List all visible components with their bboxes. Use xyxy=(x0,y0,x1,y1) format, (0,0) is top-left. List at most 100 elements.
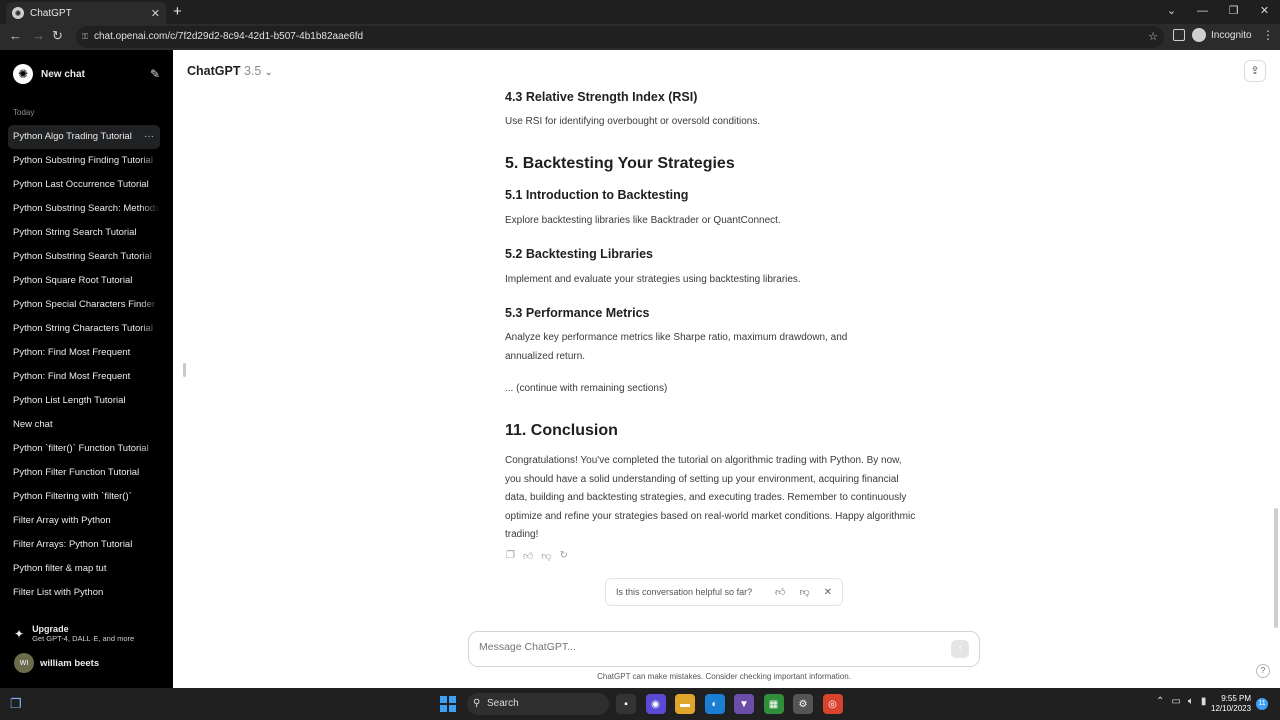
chat-history-label: Python Algo Trading Tutorial xyxy=(13,131,132,142)
chat-history-item[interactable]: Python `filter()` Function Tutorial xyxy=(8,437,160,461)
chat-history-item[interactable]: Python Square Root Tutorial xyxy=(8,269,160,293)
chat-history-item[interactable]: Filter Array with Python xyxy=(8,509,160,533)
app-icon[interactable]: ▼ xyxy=(734,694,754,714)
chat-history-label: Python Square Root Tutorial xyxy=(13,275,133,286)
search-icon: ⚲ xyxy=(473,698,481,709)
thumbs-down-icon[interactable]: 👎︎ xyxy=(799,586,809,598)
chat-history-item[interactable]: Python filter & map tut xyxy=(8,557,160,581)
minimize-icon[interactable]: — xyxy=(1187,0,1218,24)
close-icon[interactable]: ✕ xyxy=(824,587,832,598)
chat-history-item[interactable]: Python String Characters Tutorial xyxy=(8,317,160,341)
chat-history-item[interactable]: Python Substring Search Tutorial xyxy=(8,245,160,269)
chat-history-label: Python: Find Most Frequent xyxy=(13,347,131,358)
chat-history-label: Python Substring Finding Tutorial xyxy=(13,155,153,166)
send-button[interactable]: ↑ xyxy=(951,640,969,658)
chat-history-item[interactable]: Python String Search Tutorial xyxy=(8,221,160,245)
address-bar[interactable]: ⚿ chat.openai.com/c/7f2d29d2-8c94-42d1-b… xyxy=(76,26,1164,48)
profile-label: Incognito xyxy=(1211,29,1252,41)
new-chat-button[interactable]: ✺ New chat ✎ xyxy=(8,62,160,86)
restore-icon[interactable]: ❐ xyxy=(1218,0,1249,24)
reload-icon[interactable]: ↻ xyxy=(52,28,63,44)
upgrade-title: Upgrade xyxy=(32,624,69,634)
clock[interactable]: 9:55 PM 12/10/2023 xyxy=(1211,694,1251,714)
close-tab-icon[interactable]: ✕ xyxy=(151,7,160,20)
paragraph: ... (continue with remaining sections) xyxy=(505,383,668,394)
chat-history-label: Python Last Occurrence Tutorial xyxy=(13,179,149,190)
taskbar-apps: ▪ ◉ ▬ ◐ ▼ ▦ ⚙ ◎ xyxy=(616,694,852,714)
sidebar-collapse-handle[interactable] xyxy=(183,363,186,377)
help-button[interactable]: ? xyxy=(1256,664,1270,678)
browser-tab[interactable]: ✺ ChatGPT ✕ xyxy=(6,2,166,24)
site-info-icon[interactable]: ⚿ xyxy=(82,26,88,48)
chat-history-list: Python Algo Trading Tutorial ··· Python … xyxy=(8,125,160,605)
battery-icon[interactable]: ▮ xyxy=(1201,696,1207,707)
browser-menu-icon[interactable]: ⋮ xyxy=(1262,28,1274,42)
forward-icon[interactable]: → xyxy=(32,28,45,43)
model-version: 3.5 xyxy=(243,64,262,78)
chat-history-item[interactable]: Python Filter Function Tutorial xyxy=(8,461,160,485)
chat-history-label: Python List Length Tutorial xyxy=(13,395,126,406)
settings-app-icon[interactable]: ⚙ xyxy=(793,694,813,714)
thumbs-up-icon[interactable]: 👍︎ xyxy=(523,550,533,562)
edge-browser-icon[interactable]: ◐ xyxy=(704,694,725,714)
chat-history-item[interactable]: Python Algo Trading Tutorial ··· xyxy=(8,125,160,149)
folder-icon[interactable]: ▬ xyxy=(675,694,695,714)
os-taskbar: ❐ ⚲ Search ▪ ◉ ▬ ◐ ▼ ▦ ⚙ ◎ ⌃ ▭ 🔈︎ ▮ 9:55… xyxy=(0,688,1280,720)
bookmark-star-icon[interactable]: ☆ xyxy=(1148,26,1158,48)
chat-history-label: Filter Arrays: Python Tutorial xyxy=(13,539,133,550)
task-view-icon[interactable]: ❐ xyxy=(10,696,22,712)
sparkle-icon: ✦ xyxy=(14,627,25,641)
chat-history-item[interactable]: Filter List with Python xyxy=(8,581,160,605)
more-options-icon[interactable]: ··· xyxy=(144,125,154,149)
chrome-icon[interactable]: ◎ xyxy=(822,694,843,714)
volume-icon[interactable]: 🔈︎ xyxy=(1188,696,1194,707)
windows-logo-icon xyxy=(440,696,447,703)
network-icon[interactable]: ▭ xyxy=(1171,696,1180,707)
model-selector[interactable]: ChatGPT 3.5 ⌄ xyxy=(187,64,272,78)
message-composer: ↑ xyxy=(468,631,980,667)
regenerate-icon[interactable]: ↻ xyxy=(560,550,568,562)
chat-history-label: Python filter & map tut xyxy=(13,563,107,574)
message-input[interactable] xyxy=(479,641,939,653)
new-tab-icon[interactable]: + xyxy=(173,3,182,20)
chat-history-item[interactable]: Python Substring Finding Tutorial xyxy=(8,149,160,173)
compose-icon[interactable]: ✎ xyxy=(150,67,160,81)
scrollbar[interactable] xyxy=(1274,508,1278,628)
tab-search-icon[interactable]: ⌄ xyxy=(1156,0,1187,24)
chat-history-item[interactable]: Python Special Characters Finder xyxy=(8,293,160,317)
chat-history-item[interactable]: Python Filtering with `filter()` xyxy=(8,485,160,509)
upgrade-button[interactable]: ✦ Upgrade Get GPT-4, DALL·E, and more xyxy=(14,624,134,643)
share-button[interactable]: ⇪ xyxy=(1244,60,1266,82)
chat-history-item[interactable]: Filter Arrays: Python Tutorial xyxy=(8,533,160,557)
notification-badge[interactable]: 11 xyxy=(1256,698,1268,710)
close-window-icon[interactable]: ✕ xyxy=(1249,0,1280,24)
taskbar-search[interactable]: ⚲ Search xyxy=(467,693,609,715)
section-heading: 4.3 Relative Strength Index (RSI) xyxy=(505,90,698,104)
file-explorer-dark-icon[interactable]: ▪ xyxy=(616,694,636,714)
chat-app-icon[interactable]: ◉ xyxy=(645,694,666,714)
back-icon[interactable]: ← xyxy=(9,28,22,43)
message-actions: ❐ 👍︎ 👎︎ ↻ xyxy=(506,550,576,562)
user-menu[interactable]: WI william beets xyxy=(14,653,99,673)
paragraph: Explore backtesting libraries like Backt… xyxy=(505,215,781,226)
start-button[interactable] xyxy=(440,696,456,712)
chat-history-item[interactable]: Python List Length Tutorial xyxy=(8,389,160,413)
incognito-profile[interactable]: Incognito xyxy=(1192,28,1252,42)
taskbar-search-label: Search xyxy=(487,698,519,709)
chat-history-item[interactable]: Python: Find Most Frequent xyxy=(8,365,160,389)
chat-history-item[interactable]: New chat xyxy=(8,413,160,437)
thumbs-down-icon[interactable]: 👎︎ xyxy=(541,550,551,562)
side-panel-icon[interactable] xyxy=(1173,29,1185,41)
share-icon: ⇪ xyxy=(1250,65,1260,77)
chat-history-label: Python `filter()` Function Tutorial xyxy=(13,443,149,454)
chevron-up-icon[interactable]: ⌃ xyxy=(1156,696,1164,707)
chat-history-item[interactable]: Python Substring Search: Methods xyxy=(8,197,160,221)
upgrade-subtitle: Get GPT-4, DALL·E, and more xyxy=(32,634,135,643)
paragraph: Use RSI for identifying overbought or ov… xyxy=(505,116,761,127)
chat-history-label: Python Filter Function Tutorial xyxy=(13,467,140,478)
excel-icon[interactable]: ▦ xyxy=(763,694,784,714)
copy-icon[interactable]: ❐ xyxy=(506,550,515,562)
chat-history-item[interactable]: Python: Find Most Frequent xyxy=(8,341,160,365)
chat-history-item[interactable]: Python Last Occurrence Tutorial xyxy=(8,173,160,197)
thumbs-up-icon[interactable]: 👍︎ xyxy=(775,586,785,598)
